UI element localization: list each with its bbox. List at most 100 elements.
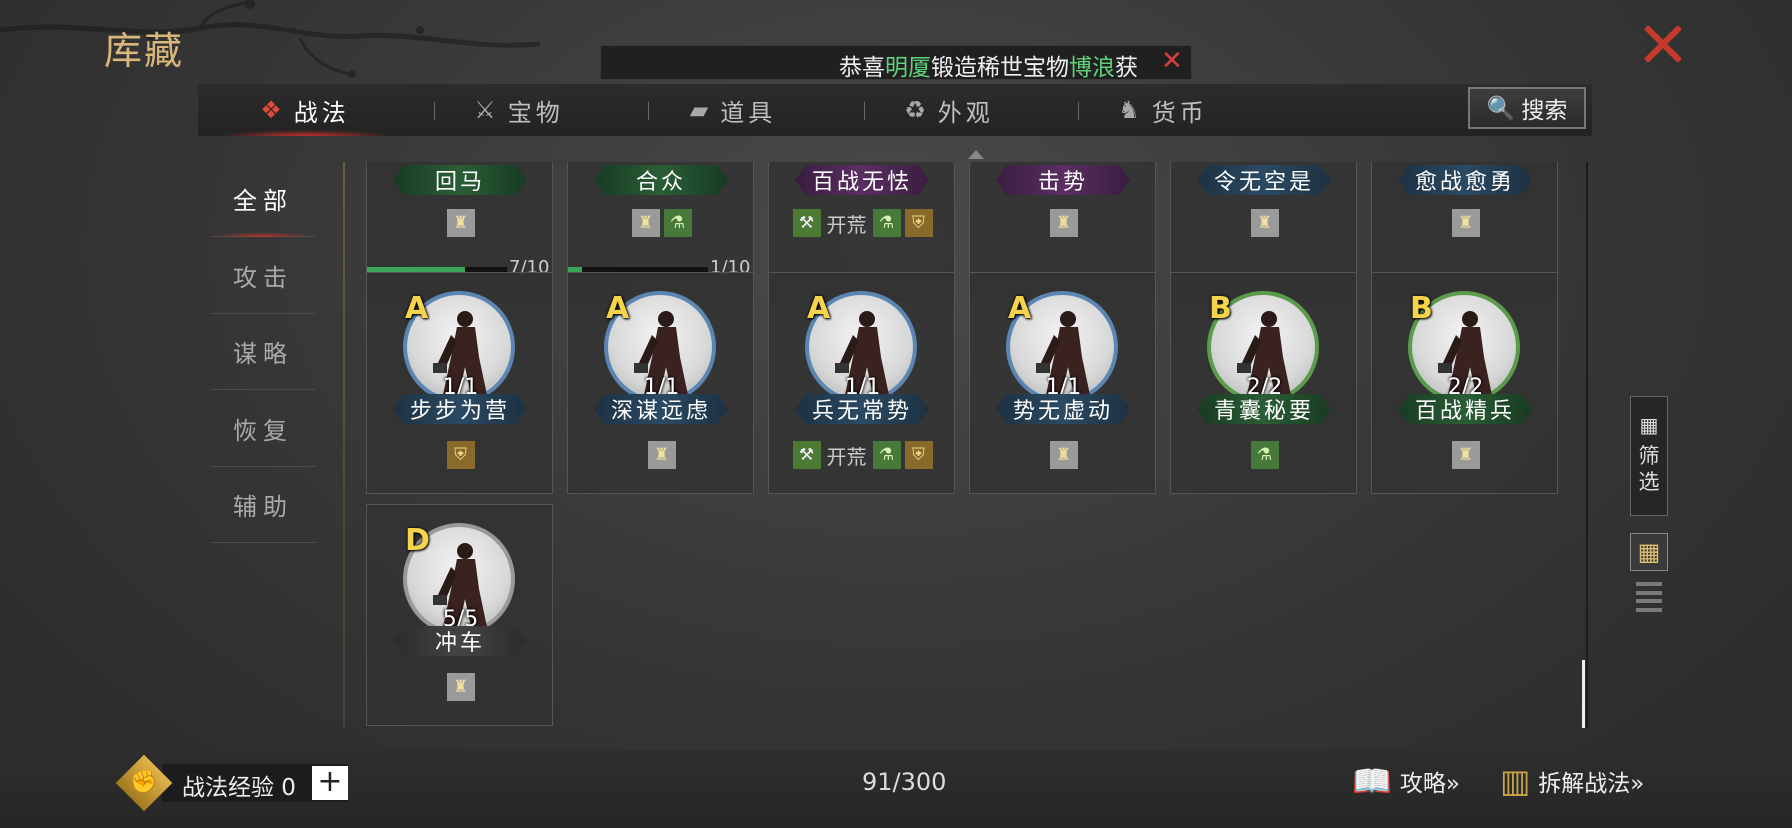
skill-name: 合众	[594, 165, 728, 195]
tab-skills[interactable]: ❖ 战法	[198, 84, 412, 136]
ticker-suffix: 获	[1115, 55, 1138, 80]
sidebar-divider	[343, 162, 345, 728]
filter-label: 筛选	[1638, 444, 1660, 494]
skill-source-icons: ♜	[1372, 441, 1559, 469]
skill-name: 令无空是	[1197, 165, 1331, 195]
skill-scroll-icon: ❖	[260, 96, 286, 124]
skill-source-icons: ♜ ⚗	[568, 209, 755, 237]
skill-source-icons: ⛨	[367, 441, 554, 469]
kaihuang-label: 开荒	[826, 445, 867, 469]
ticker-prefix: 恭喜	[839, 55, 885, 80]
supply-bag-icon: ♜	[446, 673, 475, 701]
dismantle-label: 拆解战法»	[1538, 771, 1645, 797]
tab-label: 道具	[720, 98, 777, 127]
tab-label: 货币	[1151, 98, 1208, 127]
search-icon: 🔍	[1486, 95, 1516, 122]
list-view-icon[interactable]	[1636, 582, 1662, 612]
supply-bag-icon: ♜	[1451, 209, 1480, 237]
currency-bag-icon: ♞	[1118, 96, 1144, 124]
skill-capacity: 91/300	[862, 768, 947, 796]
skill-card[interactable]: D 5/5 冲车 ♜	[366, 504, 553, 726]
dismantle-skills-button[interactable]: ▥ 拆解战法»	[1500, 762, 1644, 800]
skill-name: 步步为营	[393, 394, 527, 424]
page-title: 库藏	[104, 29, 185, 73]
item-box-icon: ▰	[689, 96, 713, 124]
ticker-item: 博浪	[1069, 55, 1115, 80]
skill-grade: A	[807, 291, 831, 326]
skill-name: 愈战愈勇	[1398, 165, 1532, 195]
scrollbar[interactable]	[1582, 660, 1585, 728]
skill-source-icons: ⚗	[1171, 441, 1358, 469]
skill-name: 势无虚动	[996, 394, 1130, 424]
supply-bag-icon: ♜	[446, 209, 475, 237]
tab-appearance[interactable]: ♻ 外观	[842, 84, 1056, 136]
book-icon: 📖	[1352, 762, 1392, 800]
ticker-close-icon[interactable]: ✕	[1161, 46, 1183, 76]
skill-card[interactable]: A 1/1 步步为营 ⛨	[366, 272, 553, 494]
skill-card[interactable]: A 1/1 势无虚动 ♜	[969, 272, 1156, 494]
category-attack[interactable]: 攻击	[210, 237, 316, 314]
skill-grid: 回马 ♜ 7/10 合众 ♜ ⚗ 1/10 百战无怯 ⚒ 开荒 ⚗ ⛨ 击势 ♜ 令无空是 ♜ 愈战愈勇 ♜ A 1/…	[366, 162, 1566, 728]
skill-exp-label: 战法经验 0	[182, 775, 296, 801]
supply-bag-icon: ♜	[631, 209, 660, 237]
filter-button[interactable]: ▦ 筛选	[1630, 396, 1668, 516]
search-label: 搜索	[1521, 98, 1568, 124]
caret-up-icon	[968, 150, 984, 159]
filter-grid-icon: ▦	[1639, 413, 1659, 437]
skill-source-icons: ♜	[1372, 209, 1559, 237]
axe-icon: ⚒	[792, 441, 821, 469]
skill-card[interactable]: A 1/1 深谋远虑 ♜	[567, 272, 754, 494]
skill-source-icons: ♜	[1171, 209, 1358, 237]
pot-icon: ⚗	[663, 209, 692, 237]
guide-label: 攻略»	[1399, 771, 1460, 797]
skill-source-icons: ⚒ 开荒 ⚗ ⛨	[769, 209, 956, 238]
tab-label: 战法	[293, 98, 350, 127]
treasure-icon: ⚔	[474, 96, 500, 124]
supply-bag-icon: ♜	[647, 441, 676, 469]
tab-label: 外观	[937, 98, 994, 127]
tab-treasures[interactable]: ⚔ 宝物	[412, 84, 626, 136]
category-support[interactable]: 辅助	[210, 466, 316, 543]
ticker-text: 恭喜明厦锻造稀世宝物博浪获	[839, 48, 1138, 80]
skill-source-icons: ♜	[367, 673, 554, 701]
pot-icon: ⚗	[1250, 441, 1279, 469]
skill-grade: A	[606, 291, 630, 326]
ticker-player: 明厦	[885, 55, 931, 80]
skill-name: 兵无常势	[795, 394, 929, 424]
appearance-icon: ♻	[904, 96, 930, 124]
tab-items[interactable]: ▰ 道具	[626, 84, 840, 136]
shield-icon: ⛨	[904, 209, 933, 237]
supply-bag-icon: ♜	[1049, 209, 1078, 237]
announcement-ticker: 恭喜明厦锻造稀世宝物博浪获 ✕	[600, 45, 1192, 80]
tab-currency[interactable]: ♞ 货币	[1056, 84, 1270, 136]
search-button[interactable]: 🔍 搜索	[1468, 87, 1586, 129]
category-all[interactable]: 全部	[210, 160, 316, 237]
category-recovery[interactable]: 恢复	[210, 390, 316, 467]
skill-name: 冲车	[393, 626, 527, 656]
scroll-track	[1586, 162, 1588, 728]
ticker-middle: 锻造稀世宝物	[931, 55, 1069, 80]
skill-source-icons: ⚒ 开荒 ⚗ ⛨	[769, 441, 956, 470]
skill-name: 百战精兵	[1398, 394, 1532, 424]
close-button[interactable]	[1640, 22, 1684, 66]
skill-card[interactable]: A 1/1 兵无常势 ⚒ 开荒 ⚗ ⛨	[768, 272, 955, 494]
supply-bag-icon: ♜	[1451, 441, 1480, 469]
skill-source-icons: ♜	[367, 209, 554, 237]
skill-name: 深谋远虑	[594, 394, 728, 424]
skill-source-icons: ♜	[970, 209, 1157, 237]
add-exp-button[interactable]: +	[312, 766, 348, 800]
shield-icon: ⛨	[446, 441, 475, 469]
supply-bag-icon: ♜	[1049, 441, 1078, 469]
pot-icon: ⚗	[872, 441, 901, 469]
skill-name: 青囊秘要	[1197, 394, 1331, 424]
skill-grade: A	[405, 291, 429, 326]
skill-card[interactable]: B 2/2 百战精兵 ♜	[1371, 272, 1558, 494]
skill-grade: B	[1209, 291, 1232, 326]
category-strategy[interactable]: 谋略	[210, 313, 316, 390]
skill-grade: D	[405, 523, 430, 558]
shield-icon: ⛨	[904, 441, 933, 469]
skill-grade: B	[1410, 291, 1433, 326]
guide-button[interactable]: 📖 攻略»	[1352, 762, 1460, 800]
grid-view-icon[interactable]: ▦	[1630, 533, 1668, 571]
skill-card[interactable]: B 2/2 青囊秘要 ⚗	[1170, 272, 1357, 494]
